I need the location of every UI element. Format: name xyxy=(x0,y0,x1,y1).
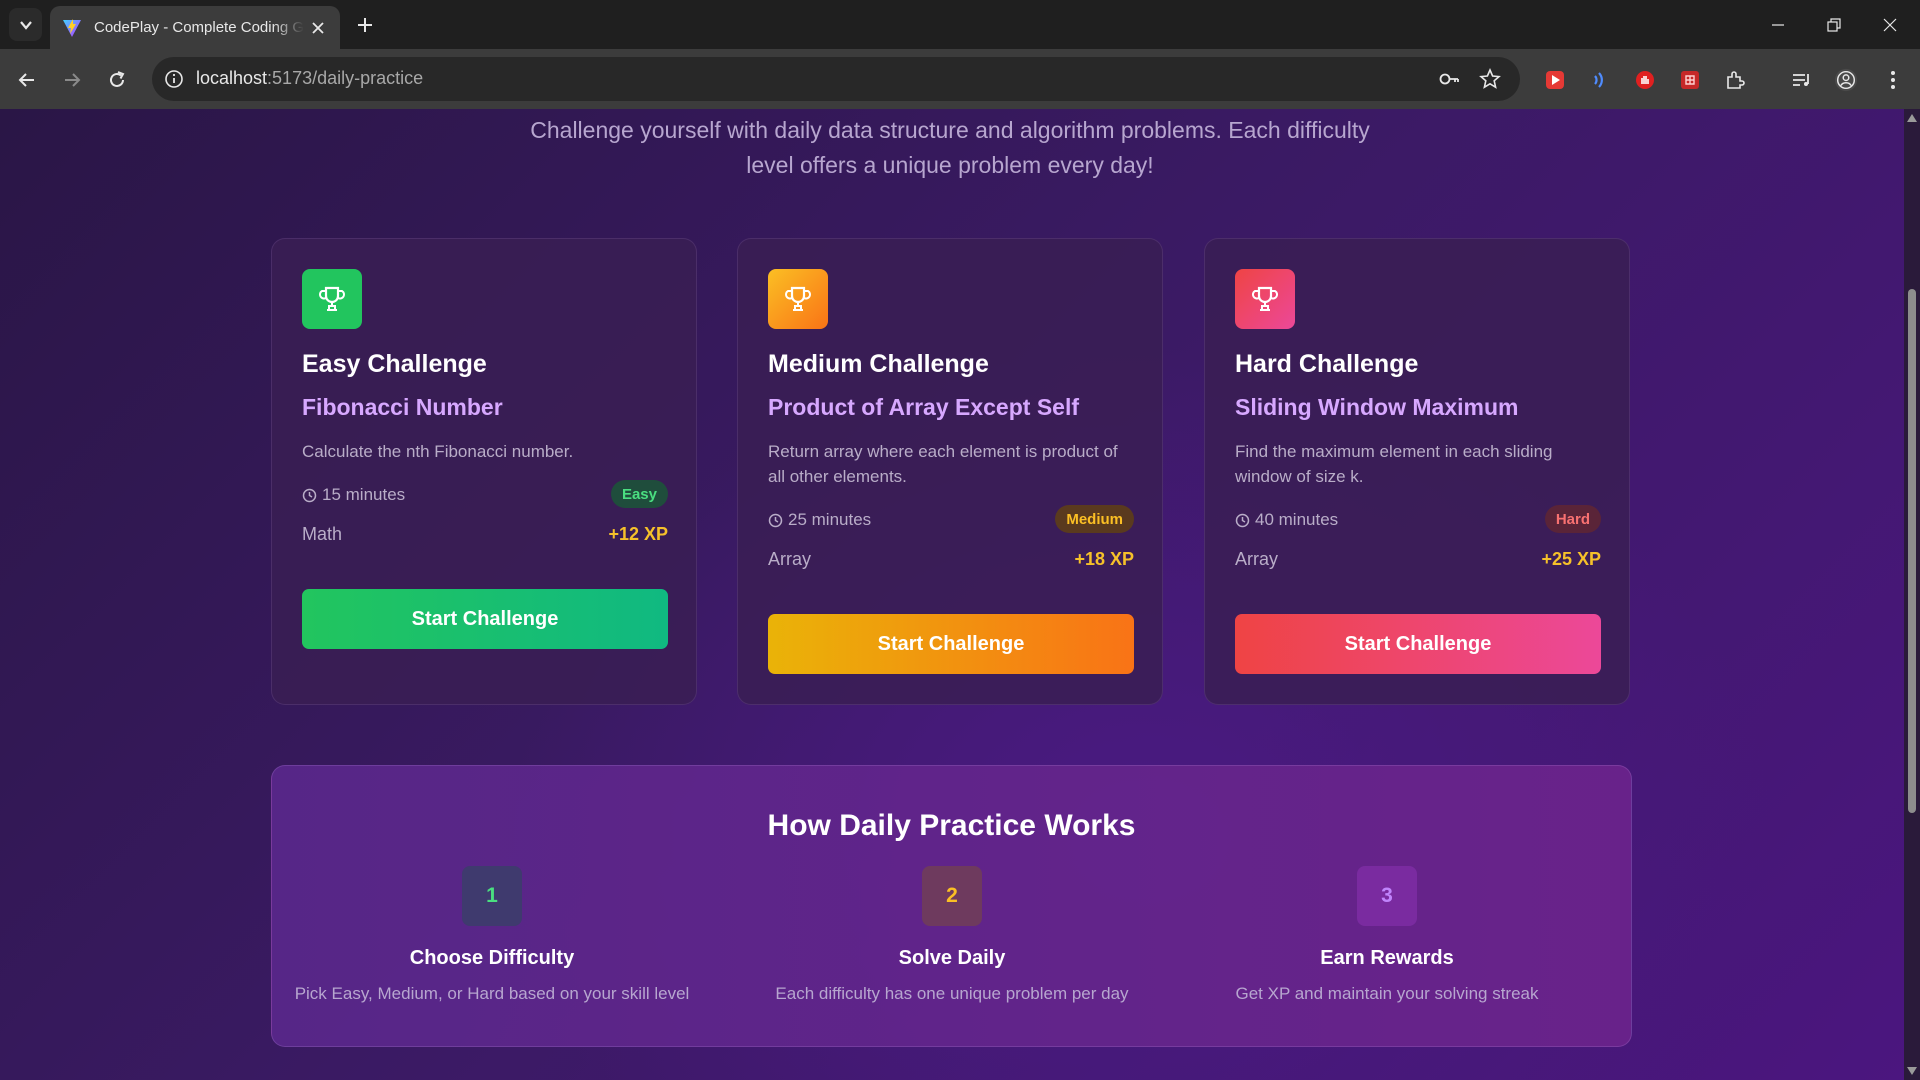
signal-extension-icon[interactable] xyxy=(1588,68,1612,92)
scroll-up-arrow-icon[interactable] xyxy=(1907,113,1917,123)
card-heading: Hard Challenge xyxy=(1235,350,1419,378)
start-challenge-button[interactable]: Start Challenge xyxy=(1235,614,1601,674)
card-meta-row: 25 minutes Medium xyxy=(768,505,1134,535)
tab-search-button[interactable] xyxy=(9,8,42,41)
problem-description: Calculate the nth Fibonacci number. xyxy=(302,442,574,461)
step-title: Earn Rewards xyxy=(1320,947,1454,969)
extensions-puzzle-icon[interactable] xyxy=(1723,68,1747,92)
step-number: 1 xyxy=(462,866,522,926)
problem-description: Return array where each element is produ… xyxy=(768,442,1118,486)
category-label: Array xyxy=(768,549,812,569)
clock-icon xyxy=(1235,513,1250,527)
start-challenge-button[interactable]: Start Challenge xyxy=(302,589,668,649)
browser-tab-active[interactable]: CodePlay - Complete Coding Game Platform xyxy=(50,6,340,49)
xp-reward: +25 XP xyxy=(1541,549,1601,569)
time-estimate: 25 minutes xyxy=(768,510,871,530)
xp-reward: +12 XP xyxy=(608,524,668,544)
step-title: Choose Difficulty xyxy=(409,947,575,969)
window-close-icon[interactable] xyxy=(1862,0,1918,49)
browser-menu-dots-icon[interactable] xyxy=(1881,68,1905,92)
card-meta-row: 15 minutes Easy xyxy=(302,480,668,510)
how-it-works-title: How Daily Practice Works xyxy=(767,809,1136,842)
time-estimate: 15 minutes xyxy=(302,485,405,505)
back-arrow-icon[interactable] xyxy=(10,63,44,97)
step-choose-difficulty: 1 Choose Difficulty Pick Easy, Medium, o… xyxy=(272,866,712,1004)
step-description: Pick Easy, Medium, or Hard based on your… xyxy=(294,984,690,1003)
new-tab-plus-icon[interactable] xyxy=(352,12,378,38)
problem-title: Fibonacci Number xyxy=(302,394,503,420)
trophy-icon xyxy=(1235,269,1295,329)
clock-icon xyxy=(302,488,317,502)
url-text: localhost:5173/daily-practice xyxy=(196,68,424,88)
step-description: Each difficulty has one unique problem p… xyxy=(775,984,1129,1003)
card-meta-row: 40 minutes Hard xyxy=(1235,505,1601,535)
reload-icon[interactable] xyxy=(100,63,134,97)
forward-arrow-icon[interactable] xyxy=(55,63,89,97)
browser-tab-bar: CodePlay - Complete Coding Game Platform xyxy=(0,0,1920,49)
grid-extension-icon[interactable] xyxy=(1678,68,1702,92)
password-key-icon[interactable] xyxy=(1437,67,1461,91)
restore-icon[interactable] xyxy=(1806,0,1862,49)
card-category-row: Math +12 XP xyxy=(302,524,668,548)
start-challenge-button[interactable]: Start Challenge xyxy=(768,614,1134,674)
bookmark-star-icon[interactable] xyxy=(1478,67,1502,91)
vite-logo-icon xyxy=(63,18,81,37)
page-scrollbar[interactable] xyxy=(1904,109,1920,1080)
media-control-icon[interactable] xyxy=(1789,68,1813,92)
step-earn-rewards: 3 Earn Rewards Get XP and maintain your … xyxy=(1167,866,1607,1004)
category-label: Array xyxy=(1235,549,1279,569)
card-category-row: Array +18 XP xyxy=(768,549,1134,573)
scrollbar-thumb[interactable] xyxy=(1908,289,1916,813)
problem-description: Find the maximum element in each sliding… xyxy=(1235,442,1553,486)
problem-title: Product of Array Except Self xyxy=(768,394,1080,420)
address-bar[interactable]: localhost:5173/daily-practice xyxy=(152,57,1520,101)
how-it-works-panel: How Daily Practice Works 1 Choose Diffic… xyxy=(271,765,1632,1047)
challenge-card-medium: Medium Challenge Product of Array Except… xyxy=(737,238,1163,705)
tab-title: CodePlay - Complete Coding Game Platform xyxy=(94,19,304,36)
difficulty-badge: Hard xyxy=(1544,505,1601,533)
scroll-down-arrow-icon[interactable] xyxy=(1907,1066,1917,1076)
step-solve-daily: 2 Solve Daily Each difficulty has one un… xyxy=(732,866,1172,1004)
trophy-icon xyxy=(768,269,828,329)
step-title: Solve Daily xyxy=(898,947,1006,969)
category-label: Math xyxy=(302,524,343,544)
challenge-card-easy: Easy Challenge Fibonacci Number Calculat… xyxy=(271,238,697,705)
site-info-icon[interactable] xyxy=(162,67,186,91)
browser-toolbar: localhost:5173/daily-practice xyxy=(0,49,1920,109)
difficulty-badge: Medium xyxy=(1055,505,1134,533)
hand-extension-icon[interactable] xyxy=(1633,68,1657,92)
card-heading: Easy Challenge xyxy=(302,350,487,378)
difficulty-badge: Easy xyxy=(610,480,668,508)
chevron-down-icon xyxy=(19,20,32,30)
time-estimate: 40 minutes xyxy=(1235,510,1338,530)
page-intro-text: Challenge yourself with daily data struc… xyxy=(530,117,1370,178)
tab-close-icon[interactable] xyxy=(308,18,328,38)
card-category-row: Array +25 XP xyxy=(1235,549,1601,573)
step-number: 2 xyxy=(922,866,982,926)
page-content: Challenge yourself with daily data struc… xyxy=(0,109,1904,1080)
xp-reward: +18 XP xyxy=(1074,549,1134,569)
challenge-card-hard: Hard Challenge Sliding Window Maximum Fi… xyxy=(1204,238,1630,705)
step-number: 3 xyxy=(1357,866,1417,926)
profile-avatar-icon[interactable] xyxy=(1834,68,1858,92)
trophy-icon xyxy=(302,269,362,329)
youtube-extension-icon[interactable] xyxy=(1543,68,1567,92)
step-description: Get XP and maintain your solving streak xyxy=(1235,984,1539,1003)
clock-icon xyxy=(768,513,783,527)
minimize-icon[interactable] xyxy=(1750,0,1806,49)
problem-title: Sliding Window Maximum xyxy=(1235,394,1519,420)
card-heading: Medium Challenge xyxy=(768,350,989,378)
